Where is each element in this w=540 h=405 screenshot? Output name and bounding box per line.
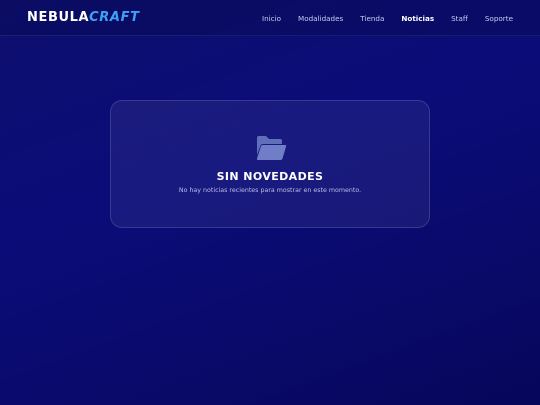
brand-name-part2: CRAFT — [89, 10, 140, 25]
nav-item-noticias[interactable]: Noticias — [401, 14, 434, 23]
top-navigation-bar: NEBULACRAFT Inicio Modalidades Tienda No… — [0, 0, 540, 36]
nav-item-tienda[interactable]: Tienda — [360, 14, 384, 23]
brand-logo[interactable]: NEBULACRAFT — [27, 10, 140, 26]
nav-item-soporte[interactable]: Soporte — [485, 14, 513, 23]
brand-name-part1: NEBULA — [27, 10, 90, 25]
nav-item-inicio[interactable]: Inicio — [262, 14, 281, 23]
nav-item-staff[interactable]: Staff — [451, 14, 468, 23]
nav-item-modalidades[interactable]: Modalidades — [298, 14, 343, 23]
folder-open-icon — [256, 136, 287, 160]
main-nav: Inicio Modalidades Tienda Noticias Staff… — [245, 0, 513, 36]
empty-state-title: SIN NOVEDADES — [216, 170, 324, 183]
empty-news-card: SIN NOVEDADES No hay noticias recientes … — [110, 100, 430, 228]
empty-state-message: No hay noticias recientes para mostrar e… — [178, 187, 362, 194]
